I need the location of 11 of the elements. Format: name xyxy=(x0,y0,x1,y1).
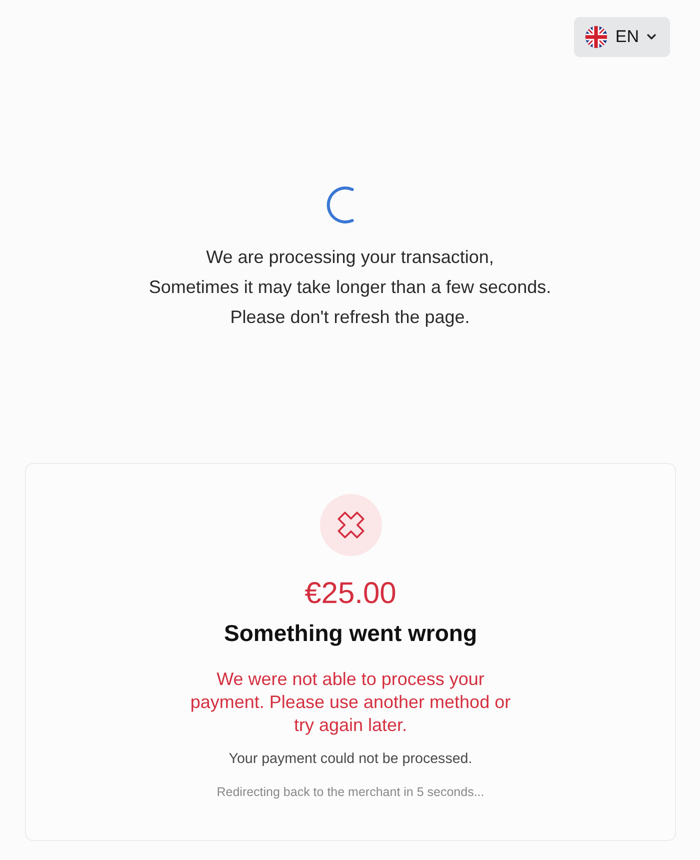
error-message: We were not able to process your payment. Please use another method or try again later. xyxy=(189,668,512,737)
processing-message-line: Sometimes it may take longer than a few seconds. xyxy=(148,276,552,299)
flag-icon xyxy=(585,26,608,48)
result-title: Something went wrong xyxy=(224,619,477,647)
processing-message-line: We are processing your transaction, xyxy=(206,246,494,269)
redirect-notice: Redirecting back to the merchant in 5 seconds... xyxy=(216,784,484,801)
chevron-down-icon xyxy=(647,34,656,40)
status-detail: Your payment could not be processed. xyxy=(228,750,472,769)
payment-amount: €25.00 xyxy=(304,576,396,612)
language-button[interactable]: EN xyxy=(574,17,670,57)
processing-message-line: Please don't refresh the page. xyxy=(230,306,470,329)
